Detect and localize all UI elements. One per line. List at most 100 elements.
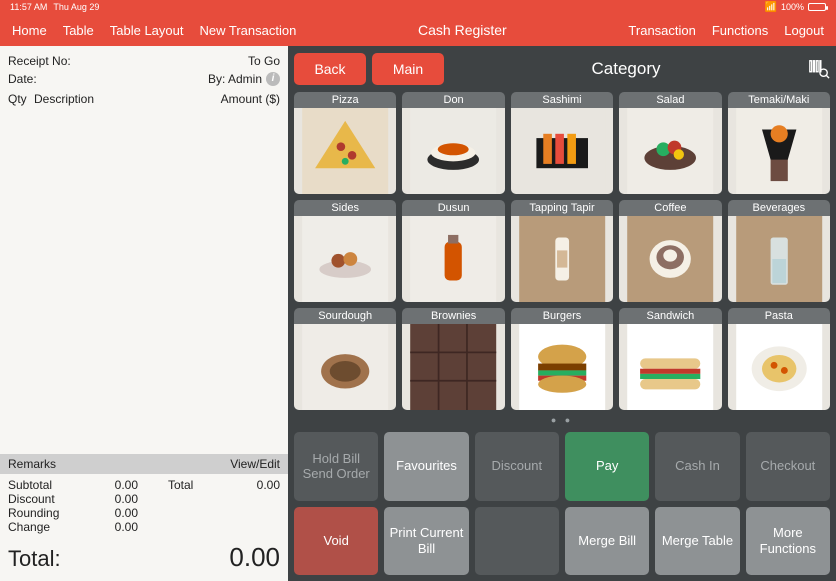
category-image — [511, 324, 613, 410]
merge-table-button[interactable]: Merge Table — [655, 507, 739, 576]
grand-total-label: Total: — [8, 546, 61, 572]
category-label: Brownies — [402, 308, 504, 324]
category-sandwich[interactable]: Sandwich — [619, 308, 721, 410]
cash-in-button[interactable]: Cash In — [655, 432, 739, 501]
category-label: Coffee — [619, 200, 721, 216]
category-label: Temaki/Maki — [728, 92, 830, 108]
barcode-search-icon[interactable] — [808, 58, 830, 80]
status-bar: 11:57 AM Thu Aug 29 📶 100% — [0, 0, 836, 14]
grand-total-val: 0.00 — [229, 542, 280, 573]
category-sashimi[interactable]: Sashimi — [511, 92, 613, 194]
category-label: Sashimi — [511, 92, 613, 108]
battery-pct: 100% — [781, 2, 804, 12]
receipt-panel: Receipt No: To Go Date: By: Admin i Qty … — [0, 46, 288, 581]
date-label: Date: — [8, 70, 37, 88]
favourites-button[interactable]: Favourites — [384, 432, 468, 501]
discount-label: Discount — [8, 492, 78, 506]
nav-logout[interactable]: Logout — [784, 23, 824, 38]
main-button[interactable]: Main — [372, 53, 444, 85]
category-title: Category — [450, 59, 802, 79]
battery-icon — [808, 3, 826, 11]
nav-home[interactable]: Home — [12, 23, 47, 38]
receipt-columns: Qty Description Amount ($) — [0, 90, 288, 110]
nav-transaction[interactable]: Transaction — [628, 23, 695, 38]
category-salad[interactable]: Salad — [619, 92, 721, 194]
remarks-label: Remarks — [8, 457, 56, 471]
subtotal-val: 0.00 — [78, 478, 138, 492]
col-desc: Description — [34, 92, 200, 106]
category-image — [619, 108, 721, 194]
nav-table-layout[interactable]: Table Layout — [110, 23, 184, 38]
category-panel: Back Main Category Pizza Don Sashimi Salad T… — [288, 46, 836, 581]
total-side-val: 0.00 — [220, 478, 280, 492]
category-label: Sourdough — [294, 308, 396, 324]
category-image — [728, 324, 830, 410]
blank-button — [475, 507, 559, 576]
category-coffee[interactable]: Coffee — [619, 200, 721, 302]
category-image — [619, 324, 721, 410]
subtotal-label: Subtotal — [8, 478, 78, 492]
category-image — [619, 216, 721, 302]
back-button[interactable]: Back — [294, 53, 366, 85]
category-label: Tapping Tapir — [511, 200, 613, 216]
nav-new-transaction[interactable]: New Transaction — [200, 23, 297, 38]
category-label: Burgers — [511, 308, 613, 324]
category-beverages[interactable]: Beverages — [728, 200, 830, 302]
category-dusun[interactable]: Dusun — [402, 200, 504, 302]
category-image — [511, 108, 613, 194]
category-label: Pasta — [728, 308, 830, 324]
category-label: Dusun — [402, 200, 504, 216]
category-sides[interactable]: Sides — [294, 200, 396, 302]
viewedit-label[interactable]: View/Edit — [230, 457, 280, 471]
category-label: Sides — [294, 200, 396, 216]
category-image — [294, 324, 396, 410]
page-dots: ● ● — [294, 416, 830, 426]
category-burgers[interactable]: Burgers — [511, 308, 613, 410]
category-label: Don — [402, 92, 504, 108]
category-image — [294, 216, 396, 302]
category-grid: Pizza Don Sashimi Salad Temaki/Maki Sides Dusu… — [294, 92, 830, 410]
discount-val: 0.00 — [78, 492, 138, 506]
category-sourdough[interactable]: Sourdough — [294, 308, 396, 410]
hold-bill-button[interactable]: Hold Bill Send Order — [294, 432, 378, 501]
discount-button[interactable]: Discount — [475, 432, 559, 501]
receipt-no-label: Receipt No: — [8, 52, 71, 70]
more-functions-button[interactable]: More Functions — [746, 507, 830, 576]
category-don[interactable]: Don — [402, 92, 504, 194]
col-qty: Qty — [8, 92, 34, 106]
pay-button[interactable]: Pay — [565, 432, 649, 501]
merge-bill-button[interactable]: Merge Bill — [565, 507, 649, 576]
category-pasta[interactable]: Pasta — [728, 308, 830, 410]
category-temaki-maki[interactable]: Temaki/Maki — [728, 92, 830, 194]
rounding-label: Rounding — [8, 506, 78, 520]
category-image — [402, 216, 504, 302]
void-button[interactable]: Void — [294, 507, 378, 576]
category-image — [728, 108, 830, 194]
print-bill-button[interactable]: Print Current Bill — [384, 507, 468, 576]
rounding-val: 0.00 — [78, 506, 138, 520]
by-label: By: Admin — [208, 70, 262, 88]
category-pizza[interactable]: Pizza — [294, 92, 396, 194]
status-time: 11:57 AM — [10, 2, 47, 12]
category-image — [402, 324, 504, 410]
status-date: Thu Aug 29 — [53, 2, 99, 12]
category-label: Salad — [619, 92, 721, 108]
category-image — [511, 216, 613, 302]
category-tapping-tapir[interactable]: Tapping Tapir — [511, 200, 613, 302]
nav-functions[interactable]: Functions — [712, 23, 768, 38]
nav-table[interactable]: Table — [63, 23, 94, 38]
remarks-bar[interactable]: Remarks View/Edit — [0, 454, 288, 474]
receipt-togo: To Go — [248, 52, 280, 70]
category-image — [402, 108, 504, 194]
col-amt: Amount ($) — [200, 92, 280, 106]
change-val: 0.00 — [78, 520, 138, 534]
total-side-label: Total — [138, 478, 220, 492]
category-brownies[interactable]: Brownies — [402, 308, 504, 410]
category-label: Beverages — [728, 200, 830, 216]
category-label: Sandwich — [619, 308, 721, 324]
action-grid: Hold Bill Send Order Favourites Discount… — [294, 432, 830, 575]
info-icon[interactable]: i — [266, 72, 280, 86]
checkout-button[interactable]: Checkout — [746, 432, 830, 501]
category-image — [728, 216, 830, 302]
wifi-icon: 📶 — [765, 2, 777, 13]
